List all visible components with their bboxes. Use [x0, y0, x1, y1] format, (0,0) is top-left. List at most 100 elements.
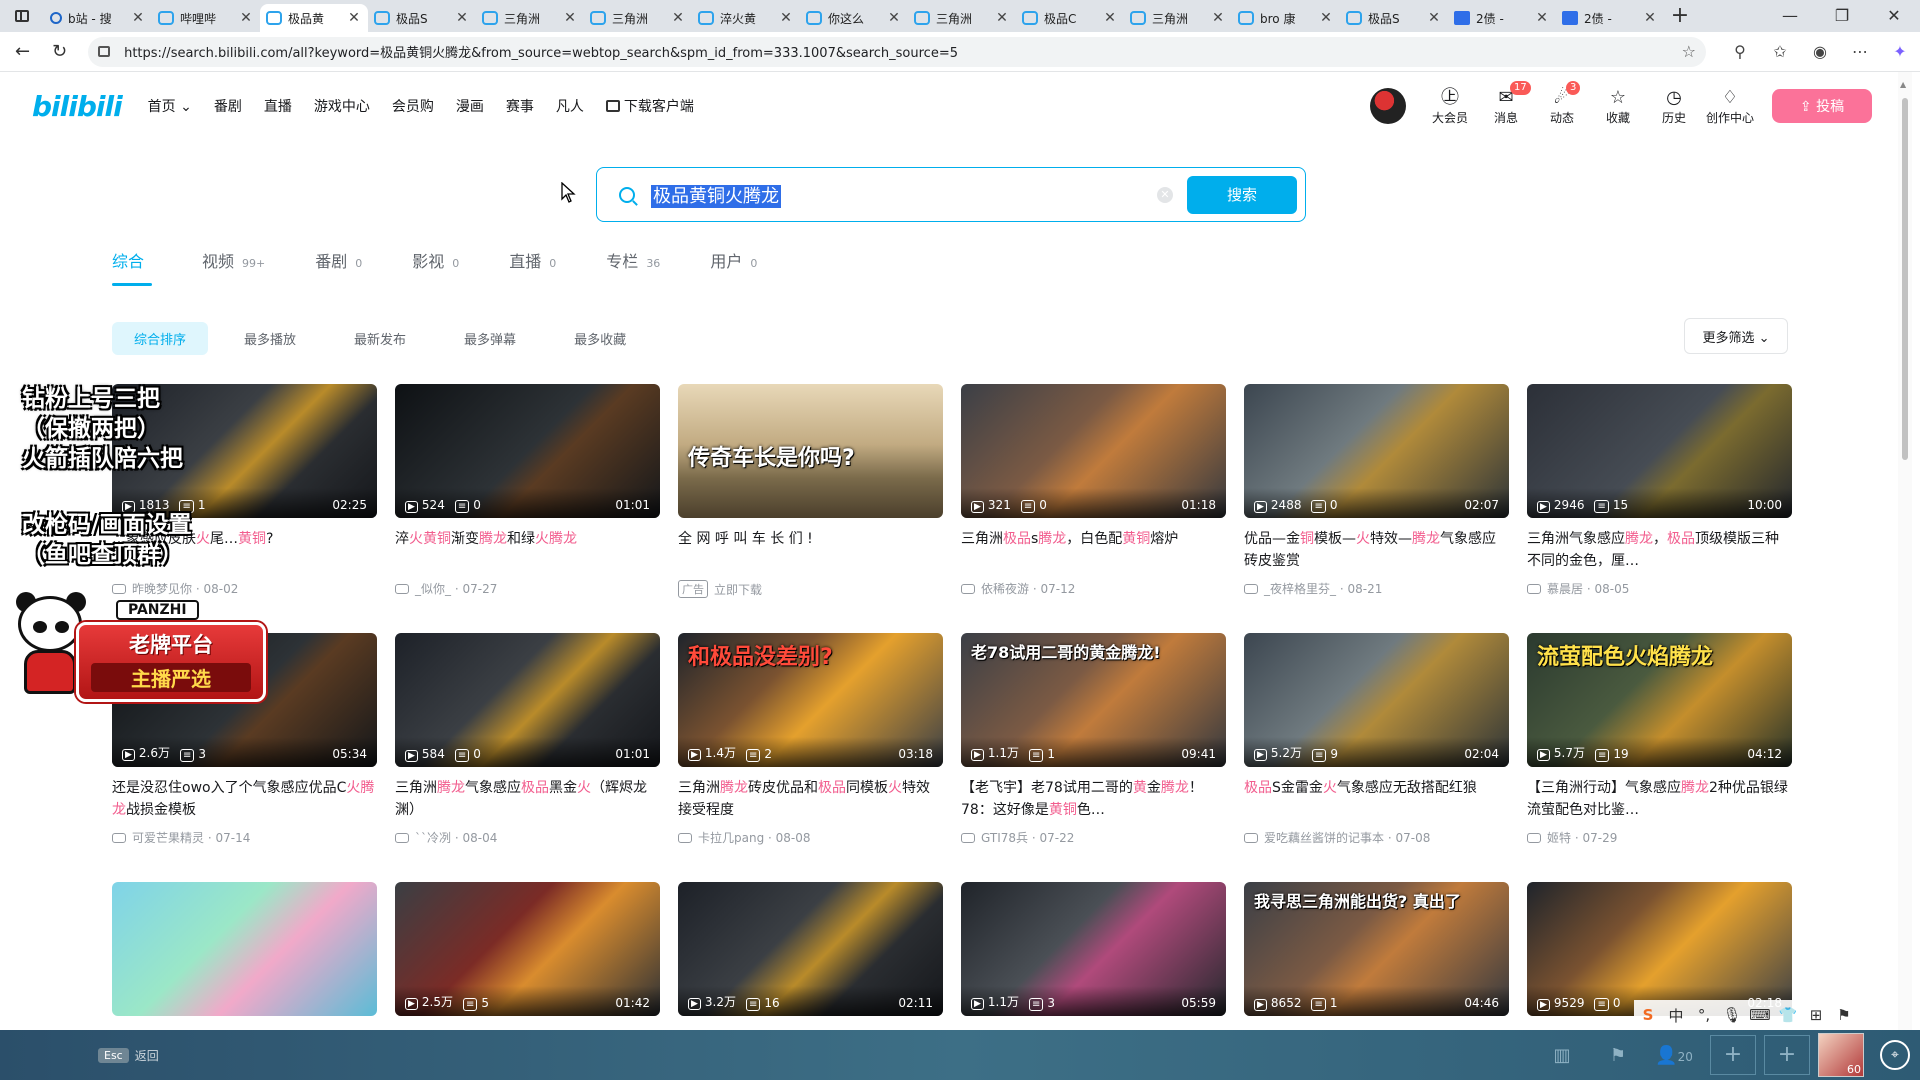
video-thumbnail[interactable]: 524 0 01:01	[395, 384, 660, 518]
search-button[interactable]: 搜索	[1187, 175, 1297, 214]
stats-chart-icon[interactable]: ▥	[1534, 1045, 1590, 1066]
nav-message[interactable]: ✉ 消息 17	[1478, 80, 1534, 126]
browser-tab[interactable]: 淬火黄 ✕	[692, 4, 800, 32]
esc-back-hint[interactable]: Esc 返回	[98, 1047, 159, 1064]
video-title[interactable]: 优品—金铜模板—火特效—腾龙气象感应砖皮鉴赏	[1244, 528, 1509, 572]
video-card[interactable]: 321 0 01:18 三角洲极品s腾龙，白色配黄铜熔炉依稀夜游 · 07-12	[961, 384, 1226, 597]
video-thumbnail[interactable]: 321 0 01:18	[961, 384, 1226, 518]
nav-item[interactable]: 漫画	[456, 96, 484, 116]
tab-close-icon[interactable]: ✕	[1102, 10, 1118, 26]
nav-item[interactable]: 赛事	[506, 96, 534, 116]
tab-1[interactable]: 视频 99+	[202, 248, 265, 286]
ime-item-icon[interactable]: °,	[1690, 1006, 1718, 1024]
uploader-name[interactable]: 立即下载	[714, 581, 762, 598]
ime-item-icon[interactable]: 中	[1662, 1005, 1690, 1026]
video-card[interactable]: 584 0 01:01 三角洲腾龙气象感应极品黑金火（辉烬龙渊） ``冷冽 · 08-0…	[395, 633, 660, 846]
video-title[interactable]: 三角洲腾龙砖皮优品和极品同模板火特效接受程度	[678, 777, 943, 821]
site-info-icon[interactable]	[98, 46, 111, 57]
video-thumbnail[interactable]: 流萤配色火焰腾龙 5.7万 19 04:12	[1527, 633, 1792, 767]
tab-close-icon[interactable]: ✕	[670, 10, 686, 26]
browser-tab[interactable]: 2债 - ✕	[1556, 4, 1664, 32]
favorite-star-icon[interactable]: ☆	[1682, 42, 1696, 61]
sort-option[interactable]: 最新发布	[332, 322, 428, 355]
players-icon[interactable]: 👤20	[1646, 1045, 1702, 1066]
page-scrollbar[interactable]: ▲	[1898, 72, 1912, 1030]
uploader-name[interactable]: 姬特	[1547, 829, 1571, 846]
video-title[interactable]: 全 网 呼 叫 车 长 们 !	[678, 528, 943, 572]
browser-tab[interactable]: 你这么 ✕	[800, 4, 908, 32]
tab-close-icon[interactable]: ✕	[346, 10, 362, 26]
video-title[interactable]: 三角洲气象感应腾龙，极品顶级模版三种不同的金色，厘…	[1527, 528, 1792, 572]
tab-close-icon[interactable]: ✕	[1318, 10, 1334, 26]
uploader-name[interactable]: ``冷冽	[415, 829, 451, 846]
tab-close-icon[interactable]: ✕	[454, 10, 470, 26]
nav-item[interactable]: 游戏中心	[314, 96, 370, 116]
nav-vip[interactable]: ㊤大会员	[1422, 87, 1478, 126]
copilot-icon[interactable]: ✦	[1880, 42, 1920, 61]
video-title[interactable]: 【三角洲行动】气象感应腾龙2种优品银绿流萤配色对比鉴…	[1527, 777, 1792, 821]
tab-6[interactable]: 用户 0	[710, 248, 757, 286]
search-input[interactable]: 极品黄铜火腾龙	[651, 182, 1157, 208]
nav-item[interactable]: 番剧	[214, 96, 242, 116]
video-thumbnail[interactable]: 2946 15 10:00	[1527, 384, 1792, 518]
url-field[interactable]: https://search.bilibili.com/all?keyword=…	[88, 36, 1706, 67]
extensions-icon[interactable]: ⚲	[1720, 42, 1760, 61]
nav-item[interactable]: 首页 ⌄	[148, 96, 192, 116]
video-card[interactable]: 3.2万 16 02:11	[678, 882, 943, 1016]
player-portrait[interactable]: 60	[1818, 1033, 1864, 1077]
browser-tab[interactable]: bro 康 ✕	[1232, 4, 1340, 32]
video-card[interactable]	[112, 882, 377, 1016]
video-thumbnail[interactable]: 9529002:18	[1527, 882, 1792, 1016]
tab-4[interactable]: 直播 0	[509, 248, 556, 286]
video-card[interactable]: 2488 0 02:07 优品—金铜模板—火特效—腾龙气象感应砖皮鉴赏 _夜梓格里芬_ …	[1244, 384, 1509, 597]
tab-3[interactable]: 影视 0	[412, 248, 459, 286]
video-thumbnail[interactable]: 老78试用二哥的黄金腾龙! 1.1万 1 09:41	[961, 633, 1226, 767]
video-title[interactable]: 三角洲腾龙气象感应极品黑金火（辉烬龙渊）	[395, 777, 660, 821]
tab-close-icon[interactable]: ✕	[994, 10, 1010, 26]
add-slot-button-2[interactable]: +	[1764, 1035, 1810, 1075]
video-thumbnail[interactable]	[112, 882, 377, 1016]
browser-tab[interactable]: 哔哩哔 ✕	[152, 4, 260, 32]
nav-item[interactable]: 会员购	[392, 96, 434, 116]
video-card[interactable]: 传奇车长是你吗? 全 网 呼 叫 车 长 们 ! 广告 立即下载	[678, 384, 943, 598]
ime-item-icon[interactable]: 🎙	[1718, 1006, 1746, 1024]
more-menu-icon[interactable]: ⋯	[1840, 42, 1880, 61]
video-thumbnail[interactable]: 584 0 01:01	[395, 633, 660, 767]
browser-tab[interactable]: 极品黄 ✕	[260, 4, 368, 32]
tab-close-icon[interactable]: ✕	[778, 10, 794, 26]
browser-tab[interactable]: 三角洲 ✕	[908, 4, 1016, 32]
tab-0[interactable]: 综合	[112, 248, 153, 286]
add-slot-button-1[interactable]: +	[1710, 1035, 1756, 1075]
browser-tab[interactable]: 三角洲 ✕	[584, 4, 692, 32]
tab-close-icon[interactable]: ✕	[238, 10, 254, 26]
clear-search-icon[interactable]: ✕	[1157, 186, 1173, 203]
uploader-name[interactable]: 可爱芒果精灵	[132, 829, 204, 846]
restore-button[interactable]: ❐	[1816, 0, 1868, 32]
tab-actions-icon[interactable]	[0, 0, 44, 32]
browser-tab[interactable]: 三角洲 ✕	[476, 4, 584, 32]
tab-close-icon[interactable]: ✕	[1210, 10, 1226, 26]
profile-icon[interactable]: ◉	[1800, 42, 1840, 61]
refresh-button[interactable]: ↻	[45, 41, 74, 62]
uploader-name[interactable]: 慕晨居	[1547, 580, 1583, 597]
video-title[interactable]: 还是没忍住owo入了个气象感应优品C火腾龙战损金模板	[112, 777, 377, 821]
video-thumbnail[interactable]: 1.1万 3 05:59	[961, 882, 1226, 1016]
tab-close-icon[interactable]: ✕	[1642, 10, 1658, 26]
video-title[interactable]: 极品S金雷金火气象感应无敌搭配红狼	[1244, 777, 1509, 821]
ime-item-icon[interactable]: S	[1634, 1006, 1662, 1024]
browser-tab[interactable]: 极品C ✕	[1016, 4, 1124, 32]
ime-item-icon[interactable]: 👕	[1774, 1006, 1802, 1024]
uploader-name[interactable]: 卡拉几pang	[698, 829, 764, 846]
browser-tab[interactable]: 极品S ✕	[1340, 4, 1448, 32]
sort-option[interactable]: 最多播放	[222, 322, 318, 355]
ime-item-icon[interactable]: ⚑	[1830, 1006, 1858, 1024]
tab-close-icon[interactable]: ✕	[1426, 10, 1442, 26]
sort-option[interactable]: 综合排序	[112, 322, 209, 355]
url-text[interactable]: https://search.bilibili.com/all?keyword=…	[124, 42, 1682, 61]
browser-tab[interactable]: b站 - 搜 ✕	[44, 4, 152, 32]
nav-dynamic[interactable]: ☄ 动态 3	[1534, 80, 1590, 126]
video-card[interactable]: 5.2万 9 02:04 极品S金雷金火气象感应无敌搭配红狼爱吃藕丝酱饼的记事本 · …	[1244, 633, 1509, 846]
browser-tab[interactable]: 极品S ✕	[368, 4, 476, 32]
browser-tab[interactable]: 2债 - ✕	[1448, 4, 1556, 32]
nav-item[interactable]: 下载客户端	[605, 96, 694, 116]
